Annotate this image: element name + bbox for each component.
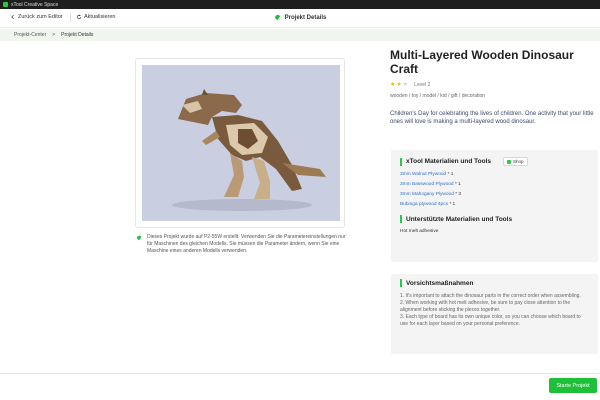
project-image[interactable] [142,65,340,221]
level-label: Level 2 [414,81,431,88]
app-icon [3,2,8,7]
materials-panel-title: xTool Materialien und Tools [406,158,491,165]
material-link[interactable]: 3mm Walnut Plywood [400,172,446,177]
materials-list: 3mm Walnut Plywood * 1 3mm Basswood Plyw… [400,172,589,207]
precaution-line: 1. It's important to attach the dinosaur… [400,293,581,299]
materials-panel: xTool Materialien und Tools Shop 3mm Wal… [391,150,598,262]
material-link[interactable]: 3mm Mahogany Plywood [400,192,454,197]
toolbar-title-label: Projekt Details [284,14,327,21]
supported-materials-title: Unterstützte Materialien und Tools [406,215,513,223]
material-qty: * 3 [455,192,462,197]
footer-divider [0,373,600,374]
star-icon: ★ [390,82,396,88]
difficulty-rating: ★ ★ ★ Level 2 [390,81,598,89]
list-item: 3mm Mahogany Plywood * 3 [400,192,589,197]
machine-note: Dieses Projekt wurde auf P2-55W erstellt… [136,234,348,255]
material-link[interactable]: Bubinga plywood 4pcs [400,202,448,207]
accent-bar [400,157,402,166]
breadcrumb-project-center[interactable]: Projekt-Center [14,32,46,38]
star-empty-icon: ★ [402,82,409,88]
accent-bar [400,215,402,223]
materials-panel-header: xTool Materialien und Tools Shop [400,157,589,166]
project-title: Multi-Layered Wooden Dinosaur Craft [390,48,574,76]
supported-materials-header: Unterstützte Materialien und Tools [400,215,589,223]
project-description: Children's Day for celebrating the lives… [390,111,594,125]
shop-label: Shop [513,159,524,164]
machine-note-text: Dieses Projekt wurde auf P2-55W erstellt… [147,234,346,254]
list-item: 3mm Basswood Plywood * 1 [400,182,589,187]
project-info: Multi-Layered Wooden Dinosaur Craft ★ ★ … [390,48,598,126]
toolbar: Zurück zum Editor Aktualisieren Projekt … [0,9,600,28]
list-item: Hot melt adhesive [400,229,439,234]
shop-button[interactable]: Shop [503,157,528,166]
list-item: Bubinga plywood 4pcs * 1 [400,202,589,207]
material-link[interactable]: 3mm Basswood Plywood [400,182,454,187]
breadcrumb-separator: > [52,32,56,38]
star-icon: ★ [396,82,402,88]
material-qty: * 1 [449,202,456,207]
project-tags: wooden / toy / model / kid / gift / deco… [390,93,486,99]
leaf-icon [136,235,142,241]
window-titlebar: xTool Creative Space [0,0,600,9]
app-title: xTool Creative Space [11,1,59,8]
start-project-button[interactable]: Starte Projekt [549,378,597,393]
leaf-icon [274,14,280,21]
precautions-title: Vorsichtsmaßnahmen [406,279,474,287]
material-qty: * 1 [454,182,461,187]
shop-icon [507,159,511,164]
toolbar-title: Projekt Details [0,14,600,21]
material-qty: * 1 [447,172,454,177]
precautions-header: Vorsichtsmaßnahmen [400,279,589,287]
dinosaur-model-image [142,65,340,221]
precautions-text: 1. It's important to attach the dinosaur… [400,293,589,328]
precaution-line: 3. Each type of board has its own unique… [400,314,581,327]
list-item: 3mm Walnut Plywood * 1 [400,172,589,177]
precautions-panel: Vorsichtsmaßnahmen 1. It's important to … [391,274,598,354]
precaution-line: 2. When working with hot melt adhesive, … [400,300,571,313]
project-image-card [135,58,345,228]
breadcrumb: Projekt-Center > Projekt Details [0,29,600,41]
accent-bar [400,279,402,287]
breadcrumb-current: Projekt Details [61,32,94,38]
